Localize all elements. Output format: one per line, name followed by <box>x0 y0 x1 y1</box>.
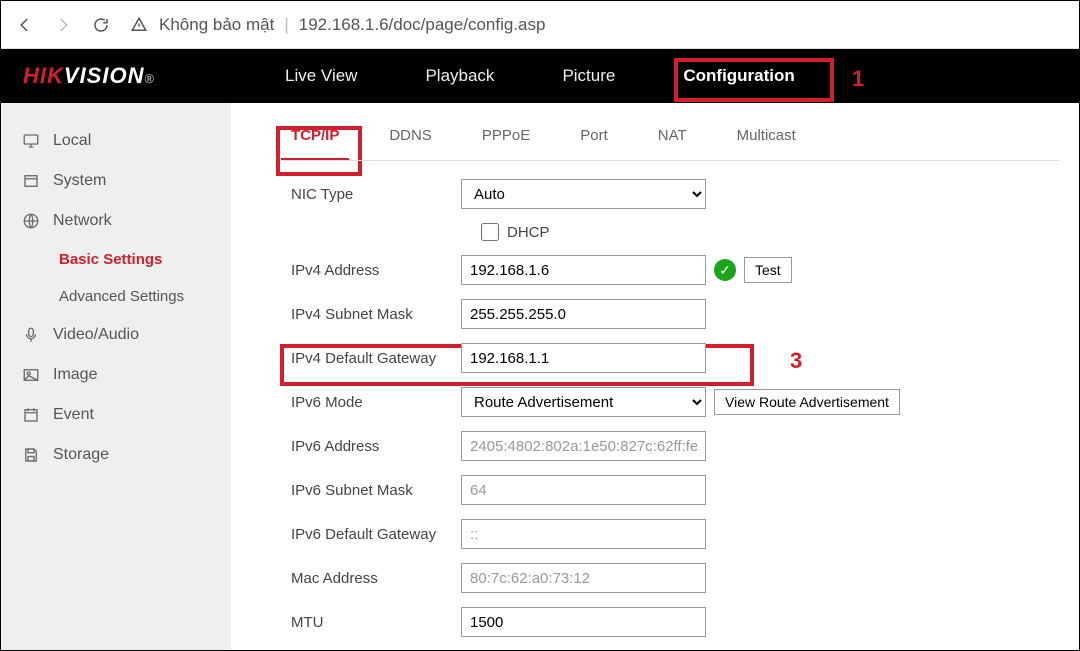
sidebar-item-storage[interactable]: Storage <box>1 435 231 475</box>
sidebar-item-local[interactable]: Local <box>1 121 231 161</box>
input-ipv6-address[interactable] <box>461 431 706 461</box>
nav-configuration[interactable]: Configuration <box>679 50 798 102</box>
label-mtu: MTU <box>271 614 461 631</box>
url-text: 192.168.1.6/doc/page/config.asp <box>299 15 546 35</box>
reload-icon[interactable] <box>91 15 111 35</box>
tab-port[interactable]: Port <box>570 117 618 160</box>
label-ipv4-address: IPv4 Address <box>271 262 461 279</box>
label-ipv6-gateway: IPv6 Default Gateway <box>271 526 461 543</box>
sidebar-label-system: System <box>53 172 106 190</box>
input-mtu[interactable] <box>461 607 706 637</box>
tab-pppoe[interactable]: PPPoE <box>472 117 540 160</box>
tab-tcpip[interactable]: TCP/IP <box>281 117 349 160</box>
label-ipv4-gateway: IPv4 Default Gateway <box>271 350 461 367</box>
checkbox-dhcp[interactable] <box>481 223 499 241</box>
back-icon[interactable] <box>15 15 35 35</box>
sidebar-item-event[interactable]: Event <box>1 395 231 435</box>
image-icon <box>21 365 41 385</box>
save-icon <box>21 445 41 465</box>
system-icon <box>21 171 41 191</box>
view-route-button[interactable]: View Route Advertisement <box>714 389 900 415</box>
main-panel: TCP/IP DDNS PPPoE Port NAT Multicast NIC… <box>231 103 1079 650</box>
tab-ddns[interactable]: DDNS <box>379 117 442 160</box>
event-icon <box>21 405 41 425</box>
check-ok-icon: ✓ <box>714 259 736 281</box>
sidebar-item-system[interactable]: System <box>1 161 231 201</box>
top-nav: Live View Playback Picture Configuration <box>231 50 799 102</box>
label-ipv6-mode: IPv6 Mode <box>271 394 461 411</box>
sidebar-label-video: Video/Audio <box>53 326 139 344</box>
label-ipv4-mask: IPv4 Subnet Mask <box>271 306 461 323</box>
sidebar-label-event: Event <box>53 406 94 424</box>
config-subtabs: TCP/IP DDNS PPPoE Port NAT Multicast <box>281 117 1059 161</box>
sidebar-label-storage: Storage <box>53 446 109 464</box>
label-dhcp: DHCP <box>507 224 550 241</box>
tab-multicast[interactable]: Multicast <box>727 117 806 160</box>
input-ipv4-gateway[interactable] <box>461 343 706 373</box>
annotation-1: 1 <box>852 66 864 92</box>
input-ipv4-mask[interactable] <box>461 299 706 329</box>
input-ipv6-gateway[interactable] <box>461 519 706 549</box>
mic-icon <box>21 325 41 345</box>
label-ipv6-address: IPv6 Address <box>271 438 461 455</box>
nav-live-view[interactable]: Live View <box>281 50 361 102</box>
sidebar-label-network: Network <box>53 212 112 230</box>
tab-nat[interactable]: NAT <box>648 117 697 160</box>
insecure-icon <box>129 15 149 35</box>
app-header: HIKVISION® Live View Playback Picture Co… <box>1 49 1079 103</box>
label-mac-address: Mac Address <box>271 570 461 587</box>
nav-playback[interactable]: Playback <box>421 50 498 102</box>
sidebar-item-basic-settings[interactable]: Basic Settings <box>1 241 231 278</box>
sidebar-label-advanced: Advanced Settings <box>59 288 184 305</box>
sidebar: Local System Network Basic Settings Adva… <box>1 103 231 650</box>
sidebar-label-image: Image <box>53 366 97 384</box>
input-ipv4-address[interactable] <box>461 255 706 285</box>
browser-toolbar: Không bảo mật | 192.168.1.6/doc/page/con… <box>1 1 1079 49</box>
select-nic-type[interactable]: Auto <box>461 179 706 209</box>
nav-picture[interactable]: Picture <box>558 50 619 102</box>
label-ipv6-mask: IPv6 Subnet Mask <box>271 482 461 499</box>
url-separator: | <box>284 15 288 35</box>
sidebar-label-local: Local <box>53 132 91 150</box>
brand-logo: HIKVISION® <box>1 63 231 89</box>
globe-icon <box>21 211 41 231</box>
forward-icon[interactable] <box>53 15 73 35</box>
test-button[interactable]: Test <box>744 257 792 283</box>
sidebar-item-advanced-settings[interactable]: Advanced Settings <box>1 278 231 315</box>
select-ipv6-mode[interactable]: Route Advertisement <box>461 387 706 417</box>
sidebar-item-network[interactable]: Network <box>1 201 231 241</box>
input-mac-address[interactable] <box>461 563 706 593</box>
monitor-icon <box>21 131 41 151</box>
sidebar-item-image[interactable]: Image <box>1 355 231 395</box>
sidebar-item-video-audio[interactable]: Video/Audio <box>1 315 231 355</box>
input-ipv6-mask[interactable] <box>461 475 706 505</box>
security-status: Không bảo mật <box>159 15 274 35</box>
sidebar-label-basic: Basic Settings <box>59 251 162 268</box>
label-nic-type: NIC Type <box>271 186 461 203</box>
address-bar[interactable]: Không bảo mật | 192.168.1.6/doc/page/con… <box>129 15 545 35</box>
